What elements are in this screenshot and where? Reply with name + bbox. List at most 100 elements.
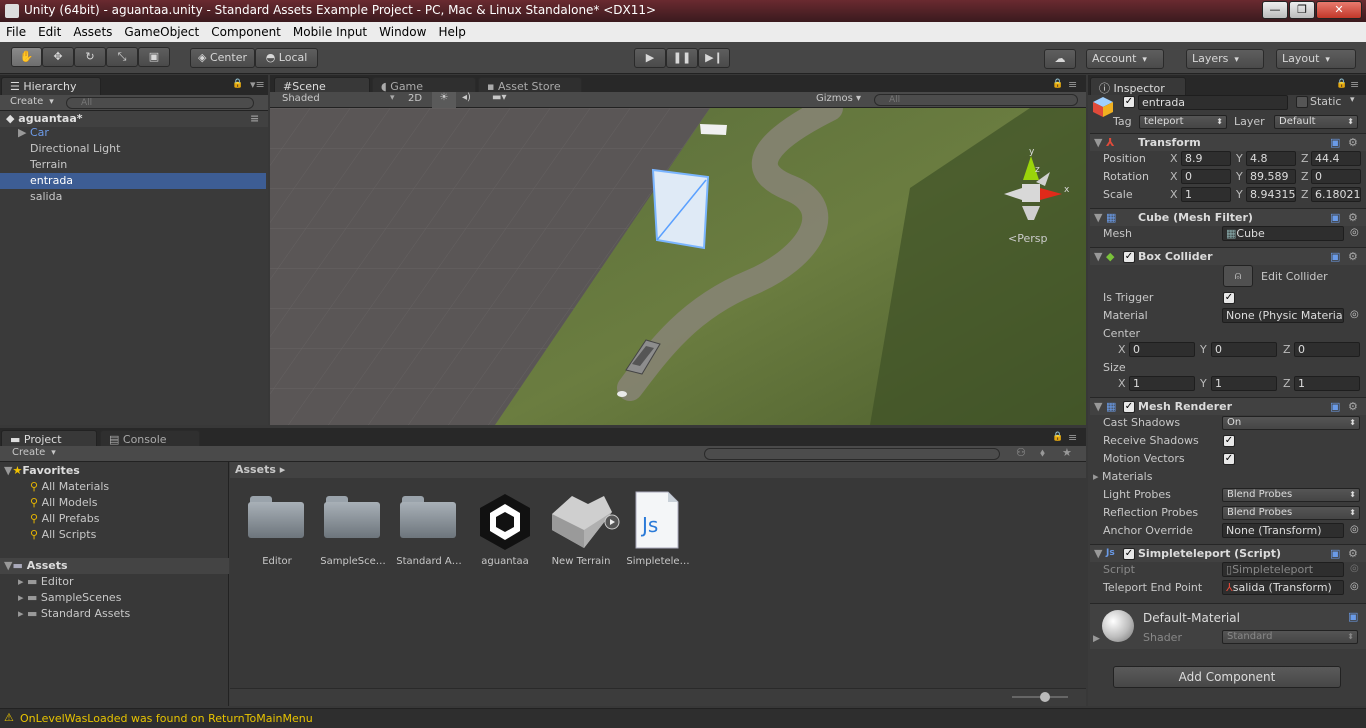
lock-icon[interactable]: 🔒 bbox=[1336, 79, 1347, 89]
project-search-input[interactable] bbox=[704, 448, 1000, 460]
gear-icon[interactable]: ⚙ bbox=[1348, 398, 1358, 415]
tree-folder-samplescenes[interactable]: ▸ ▬ SampleScenes bbox=[18, 590, 121, 606]
script-header[interactable]: ▼ Js ✓ Simpleteleport (Script) ▣ ⚙ bbox=[1090, 544, 1366, 562]
hierarchy-item-salida[interactable]: salida bbox=[0, 189, 268, 205]
scale-x-field[interactable]: 1 bbox=[1181, 187, 1231, 202]
hierarchy-item-car[interactable]: ▶ Car bbox=[0, 125, 268, 141]
transform-header[interactable]: ▼ ⅄ Transform ▣ ⚙ bbox=[1090, 133, 1366, 151]
shading-mode-dropdown[interactable]: Shaded bbox=[282, 93, 320, 104]
mesh-renderer-enabled-checkbox[interactable]: ✓ bbox=[1123, 401, 1135, 413]
rect-tool-button[interactable]: ▣ bbox=[138, 47, 170, 67]
star-icon[interactable]: ★ bbox=[1062, 446, 1072, 459]
layer-dropdown[interactable]: Default bbox=[1274, 115, 1358, 129]
tab-hierarchy[interactable]: ☰ Hierarchy bbox=[1, 77, 101, 95]
favorites-header[interactable]: ▼★Favorites bbox=[4, 463, 80, 479]
help-book-icon[interactable]: ▣ bbox=[1330, 545, 1340, 562]
hierarchy-item-entrada[interactable]: entrada bbox=[0, 173, 266, 189]
add-component-button[interactable]: Add Component bbox=[1113, 666, 1341, 688]
favorite-all-models[interactable]: ⚲ All Models bbox=[30, 495, 97, 511]
zoom-slider-handle[interactable] bbox=[1040, 692, 1050, 702]
box-collider-enabled-checkbox[interactable]: ✓ bbox=[1123, 251, 1135, 263]
tag-icon[interactable]: ⬧ bbox=[1040, 446, 1045, 460]
gizmos-dropdown[interactable]: Gizmos ▾ bbox=[816, 93, 861, 104]
gear-icon[interactable]: ⚙ bbox=[1348, 545, 1358, 562]
scale-tool-button[interactable]: ⤡ bbox=[106, 47, 138, 67]
pivot-center-toggle[interactable]: ◈ Center bbox=[190, 48, 255, 68]
hierarchy-create-dropdown[interactable]: Create bbox=[10, 96, 54, 107]
size-x-field[interactable]: 1 bbox=[1129, 376, 1195, 391]
effects-dropdown[interactable]: ▬▾ bbox=[492, 92, 506, 103]
help-book-icon[interactable]: ▣ bbox=[1330, 209, 1340, 226]
object-picker-icon[interactable]: ◎ bbox=[1350, 524, 1359, 535]
lighting-toggle[interactable]: ☀ bbox=[432, 92, 456, 108]
object-picker-icon[interactable]: ◎ bbox=[1350, 581, 1359, 592]
assets-breadcrumb[interactable]: Assets ▸ bbox=[230, 462, 1086, 478]
object-name-field[interactable]: entrada bbox=[1138, 95, 1288, 110]
step-button[interactable]: ▶❙ bbox=[698, 48, 730, 68]
rotation-z-field[interactable]: 0 bbox=[1311, 169, 1361, 184]
lock-icon[interactable]: 🔒 bbox=[1052, 432, 1063, 442]
menu-edit[interactable]: Edit bbox=[32, 22, 67, 39]
asset-editor-folder[interactable] bbox=[246, 494, 308, 564]
light-probes-dropdown[interactable]: Blend Probes bbox=[1222, 488, 1360, 502]
material-section[interactable]: Default-Material Shader Standard ▣ ▶ bbox=[1090, 603, 1366, 649]
center-z-field[interactable]: 0 bbox=[1294, 342, 1360, 357]
position-x-field[interactable]: 8.9 bbox=[1181, 151, 1231, 166]
scale-y-field[interactable]: 8.94315 bbox=[1246, 187, 1296, 202]
move-tool-button[interactable]: ✥ bbox=[42, 47, 74, 67]
panel-menu-icon[interactable]: ≡ bbox=[1068, 78, 1077, 91]
lock-icon[interactable]: 🔒 bbox=[232, 79, 243, 89]
mesh-field[interactable]: ▦Cube bbox=[1222, 226, 1344, 241]
help-book-icon[interactable]: ▣ bbox=[1330, 248, 1340, 265]
gear-icon[interactable]: ⚙ bbox=[1348, 248, 1358, 265]
teleport-end-point-field[interactable]: ⅄salida (Transform) bbox=[1222, 580, 1344, 595]
filter-type-icon[interactable]: ⚇ bbox=[1016, 446, 1026, 459]
tree-folder-editor[interactable]: ▸ ▬ Editor bbox=[18, 574, 73, 590]
is-trigger-checkbox[interactable]: ✓ bbox=[1223, 292, 1235, 304]
persp-label[interactable]: <Persp bbox=[1008, 232, 1047, 245]
hierarchy-item-terrain[interactable]: Terrain bbox=[0, 157, 268, 173]
size-y-field[interactable]: 1 bbox=[1211, 376, 1277, 391]
gear-icon[interactable]: ⚙ bbox=[1348, 209, 1358, 226]
gear-icon[interactable]: ⚙ bbox=[1348, 134, 1358, 151]
shader-dropdown[interactable]: Standard bbox=[1222, 630, 1358, 644]
favorite-all-prefabs[interactable]: ⚲ All Prefabs bbox=[30, 511, 100, 527]
center-x-field[interactable]: 0 bbox=[1129, 342, 1195, 357]
tree-folder-standard-assets[interactable]: ▸ ▬ Standard Assets bbox=[18, 606, 130, 622]
rotate-tool-button[interactable]: ↻ bbox=[74, 47, 106, 67]
position-y-field[interactable]: 4.8 bbox=[1246, 151, 1296, 166]
2d-toggle[interactable]: 2D bbox=[408, 93, 422, 104]
chevron-down-icon[interactable]: ▾ bbox=[1350, 95, 1355, 105]
scene-search-input[interactable]: All bbox=[874, 94, 1078, 106]
object-picker-icon[interactable]: ◎ bbox=[1350, 227, 1359, 238]
salida-marker[interactable] bbox=[700, 124, 727, 135]
close-button[interactable]: ✕ bbox=[1316, 1, 1362, 19]
rotation-y-field[interactable]: 89.589 bbox=[1246, 169, 1296, 184]
hand-tool-button[interactable]: ✋ bbox=[11, 47, 42, 67]
menu-help[interactable]: Help bbox=[432, 22, 471, 39]
scene-viewport[interactable]: y z x <Persp bbox=[270, 108, 1086, 425]
mesh-filter-header[interactable]: ▼ ▦ Cube (Mesh Filter) ▣ ⚙ bbox=[1090, 208, 1366, 226]
asset-simpleteleport-script[interactable]: Js bbox=[634, 490, 682, 552]
pause-button[interactable]: ❚❚ bbox=[666, 48, 698, 68]
panel-menu-icon[interactable]: ≡ bbox=[1350, 78, 1359, 91]
physic-material-field[interactable]: None (Physic Materia bbox=[1222, 308, 1344, 323]
help-book-icon[interactable]: ▣ bbox=[1330, 134, 1340, 151]
position-z-field[interactable]: 44.4 bbox=[1311, 151, 1361, 166]
account-dropdown[interactable]: Account bbox=[1086, 49, 1164, 69]
center-y-field[interactable]: 0 bbox=[1211, 342, 1277, 357]
box-collider-header[interactable]: ▼ ◆ ✓ Box Collider ▣ ⚙ bbox=[1090, 247, 1366, 265]
size-z-field[interactable]: 1 bbox=[1294, 376, 1360, 391]
edit-collider-button[interactable]: ⍝ bbox=[1223, 265, 1253, 287]
cloud-button[interactable]: ☁ bbox=[1044, 49, 1076, 69]
lock-icon[interactable]: 🔒 bbox=[1052, 79, 1063, 89]
asset-standard-assets-folder[interactable] bbox=[398, 494, 460, 564]
layout-dropdown[interactable]: Layout bbox=[1276, 49, 1356, 69]
tab-inspector[interactable]: ⓘ Inspector bbox=[1090, 77, 1186, 95]
static-checkbox[interactable] bbox=[1296, 96, 1308, 108]
receive-shadows-checkbox[interactable]: ✓ bbox=[1223, 435, 1235, 447]
maximize-button[interactable]: ❐ bbox=[1289, 1, 1315, 19]
panel-menu-icon[interactable]: ≡ bbox=[1068, 431, 1077, 444]
hierarchy-search-input[interactable]: All bbox=[66, 97, 254, 109]
help-book-icon[interactable]: ▣ bbox=[1348, 610, 1358, 623]
